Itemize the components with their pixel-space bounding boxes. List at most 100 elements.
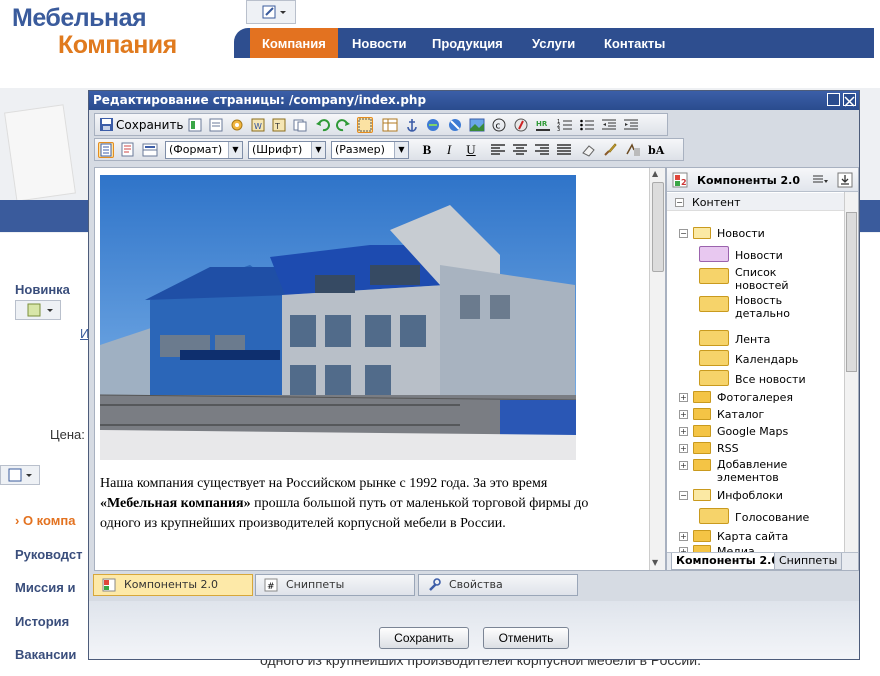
link-icon[interactable] [425, 117, 441, 133]
toolbar-save-button[interactable]: Сохранить [98, 116, 184, 134]
ordered-list-icon[interactable]: 123 [557, 117, 573, 133]
unlink-icon[interactable] [447, 117, 463, 133]
flash-icon[interactable] [513, 117, 529, 133]
unordered-list-icon[interactable] [579, 117, 595, 133]
undo-icon[interactable] [315, 117, 331, 133]
collapse-icon[interactable]: − [675, 198, 684, 207]
align-right-icon[interactable] [534, 142, 550, 158]
svg-text:bA: bA [648, 144, 665, 157]
left-menu-item-0[interactable]: › О компа [15, 513, 75, 528]
size-select[interactable]: (Размер) ▼ [331, 141, 409, 159]
table-icon[interactable] [382, 117, 398, 133]
save-button[interactable]: Сохранить [379, 627, 469, 649]
borders-icon[interactable] [357, 117, 373, 133]
nav-products[interactable]: Продукция [420, 28, 515, 58]
expand-icon[interactable]: + [679, 532, 688, 541]
indent-icon[interactable] [623, 117, 639, 133]
align-justify-icon[interactable] [556, 142, 572, 158]
italic-button[interactable]: I [440, 142, 458, 158]
expand-icon[interactable]: + [679, 461, 688, 470]
split-mode-icon[interactable] [142, 142, 158, 158]
maximize-button[interactable] [827, 93, 840, 106]
word-paste-icon[interactable]: W [250, 117, 266, 133]
edit-block-icon[interactable] [0, 465, 40, 485]
left-menu-item-1[interactable]: Руководст [15, 547, 82, 562]
collapse-icon[interactable]: − [679, 229, 688, 238]
copyright-icon[interactable]: c [491, 117, 507, 133]
tree-folder-label: Google Maps [717, 425, 789, 438]
style-icon[interactable] [625, 142, 641, 158]
edit-page-dialog: Редактирование страницы: /company/index.… [88, 90, 860, 660]
image-icon[interactable] [469, 117, 485, 133]
company-building-photo[interactable] [100, 175, 576, 460]
components-icon [102, 578, 116, 592]
nav-services[interactable]: Услуги [520, 28, 587, 58]
svg-text:3: 3 [557, 127, 560, 133]
page-paragraph[interactable]: Наша компания существует на Российском р… [100, 474, 626, 534]
code-mode-icon[interactable] [120, 142, 136, 158]
scroll-up-icon[interactable]: ▲ [652, 169, 658, 178]
paragraph-company-name: «Мебельная компания» [100, 496, 251, 511]
tab-properties[interactable]: Свойства [418, 574, 578, 596]
dialog-titlebar[interactable]: Редактирование страницы: /company/index.… [89, 91, 859, 110]
properties-icon[interactable] [208, 117, 224, 133]
snippets-icon: # [264, 578, 278, 592]
site-logo-line2[interactable]: Компания [58, 31, 177, 60]
left-menu-item-4[interactable]: Вакансии [15, 647, 76, 662]
expand-icon[interactable]: + [679, 410, 688, 419]
edit-page-icon[interactable] [246, 0, 296, 24]
copy-icon[interactable] [292, 117, 308, 133]
font-select[interactable]: (Шрифт) ▼ [248, 141, 326, 159]
panel-tab-snippets[interactable]: Сниппеты [774, 553, 843, 570]
grid-icon[interactable] [15, 300, 61, 320]
html-mode-icon[interactable] [187, 117, 203, 133]
underline-button[interactable]: U [462, 142, 480, 158]
calendar-component-icon [699, 350, 729, 366]
open-folder-icon [693, 227, 711, 239]
bold-button[interactable]: B [418, 142, 436, 158]
panel-scrollbar[interactable] [844, 192, 858, 552]
anchor-icon[interactable] [404, 117, 420, 133]
format-select-value: (Формат) [169, 143, 223, 156]
feed-component-icon [699, 330, 729, 346]
hr-icon[interactable]: HR [535, 117, 551, 133]
nav-company[interactable]: Компания [250, 28, 338, 58]
eraser-icon[interactable] [580, 142, 596, 158]
left-menu-item-2[interactable]: Миссия и [15, 580, 75, 595]
tab-components[interactable]: Компоненты 2.0 [93, 574, 253, 596]
nav-contacts[interactable]: Контакты [592, 28, 677, 58]
expand-icon[interactable]: + [679, 393, 688, 402]
align-left-icon[interactable] [490, 142, 506, 158]
left-menu-item-3[interactable]: История [15, 614, 69, 629]
redo-icon[interactable] [335, 117, 351, 133]
collapse-icon[interactable]: − [679, 491, 688, 500]
editor-scroll-thumb[interactable] [652, 182, 664, 272]
scroll-down-icon[interactable]: ▼ [652, 558, 658, 567]
close-button[interactable] [843, 93, 856, 107]
tree-folder-label: Новости [717, 227, 765, 240]
editor-scrollbar[interactable]: ▲ ▼ [649, 168, 665, 570]
outdent-icon[interactable] [601, 117, 617, 133]
text-paste-icon[interactable]: T [271, 117, 287, 133]
brush-icon[interactable] [602, 142, 618, 158]
cancel-button[interactable]: Отменить [483, 627, 569, 649]
download-icon[interactable] [837, 172, 853, 188]
text-case-icon[interactable]: bA [647, 142, 669, 158]
settings-icon[interactable] [229, 117, 245, 133]
components-icon: 2 [672, 172, 688, 188]
format-select[interactable]: (Формат) ▼ [165, 141, 243, 159]
nav-news[interactable]: Новости [340, 28, 419, 58]
align-center-icon[interactable] [512, 142, 528, 158]
site-logo-line1[interactable]: Мебельная [12, 4, 147, 33]
expand-icon[interactable]: + [679, 427, 688, 436]
editor-area[interactable]: Наша компания существует на Российском р… [94, 167, 666, 571]
wysiwyg-mode-icon[interactable] [98, 142, 114, 158]
list-view-icon[interactable] [812, 174, 828, 186]
tree-root-content[interactable]: − Контент [667, 193, 844, 211]
expand-icon[interactable]: + [679, 444, 688, 453]
component-label: Все новости [735, 373, 806, 386]
panel-tab-components[interactable]: Компоненты 2.0 [671, 553, 784, 570]
panel-scroll-thumb[interactable] [846, 212, 857, 372]
tab-snippets[interactable]: # Сниппеты [255, 574, 415, 596]
component-label: Новости [735, 249, 783, 262]
